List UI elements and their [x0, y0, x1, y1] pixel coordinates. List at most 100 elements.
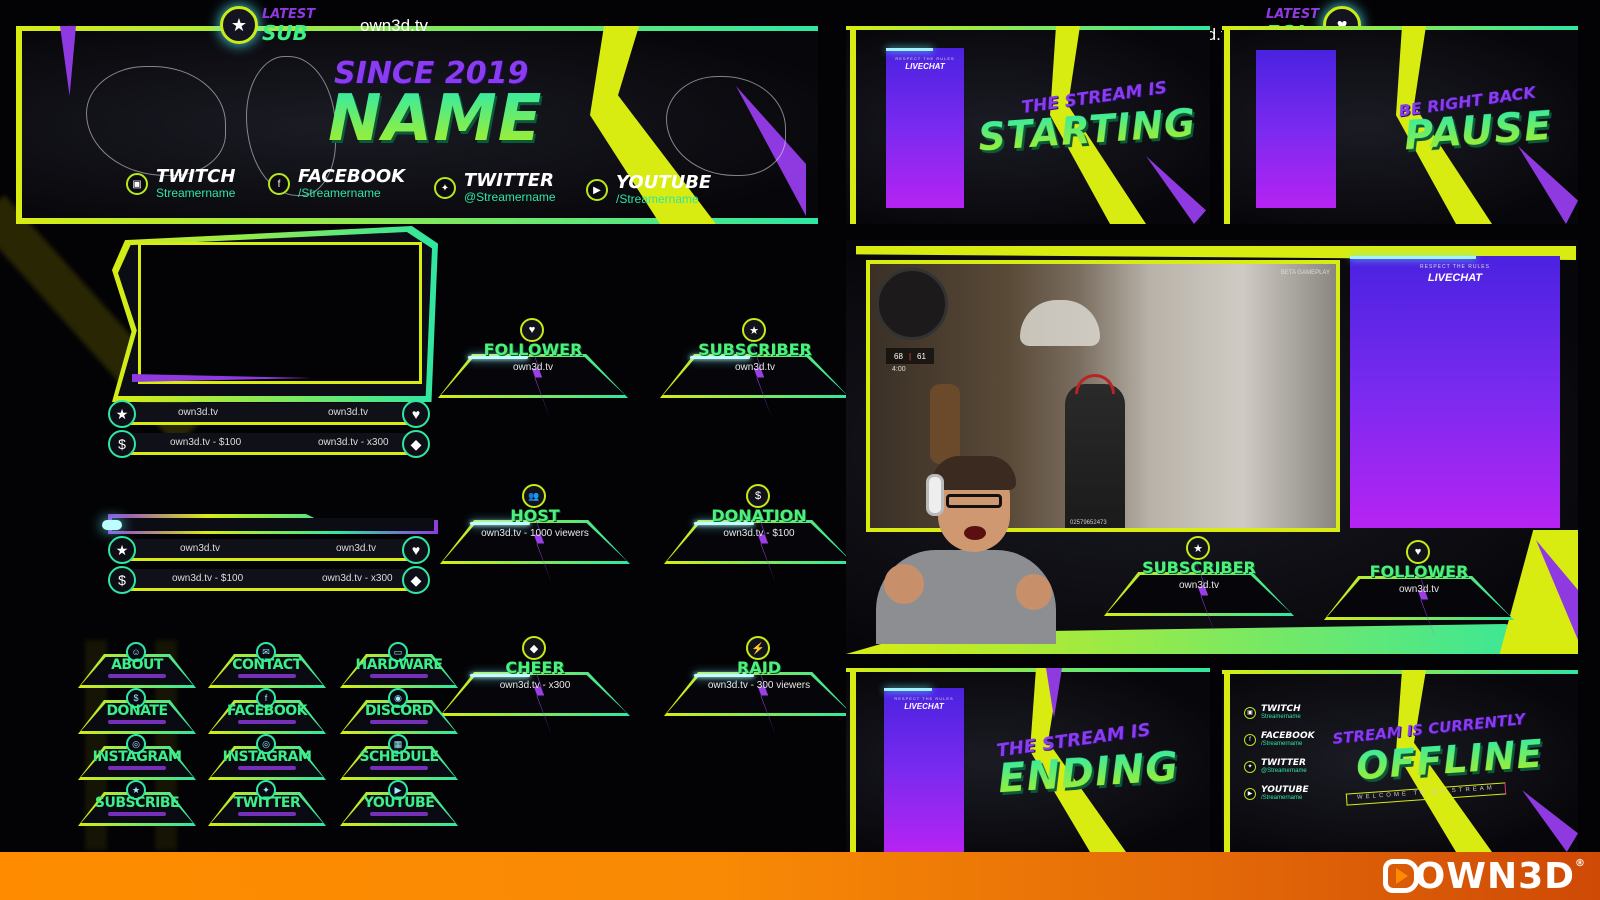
dollar-icon: $	[746, 484, 770, 508]
offline-screen: ▣ TWITCH Streamername f FACEBOOK/Streamernam…	[1222, 670, 1578, 852]
social-handle: Streamername	[156, 186, 236, 200]
bar-text: own3d.tv	[178, 407, 219, 418]
panel-title: FACEBOOK	[227, 703, 307, 719]
social-name: TWITTER	[464, 170, 554, 191]
facebook-icon: f	[1244, 733, 1256, 746]
latest-sub-widget: ★ LATEST SUB own3d.tv	[220, 6, 428, 44]
social-name: TWITCH	[156, 166, 236, 187]
star-icon: ★	[108, 400, 136, 428]
dollar-icon: $	[108, 430, 136, 458]
bar-text: own3d.tv	[328, 407, 369, 418]
twitter-icon: ✦	[434, 177, 456, 199]
star-icon: ★	[108, 536, 136, 564]
panel-subtitle-bar	[238, 674, 296, 678]
latest-sub-url: own3d.tv	[360, 16, 429, 35]
offline-social-twitch[interactable]: ▣ TWITCH Streamername	[1244, 704, 1301, 721]
panel-donate[interactable]: $ DONATE	[78, 688, 196, 734]
chat-box: RESPECT THE RULES LIVECHAT	[886, 48, 964, 208]
footer-bar: OWN3D ®	[0, 852, 1600, 900]
panel-instagram[interactable]: ◎ INSTAGRAM	[208, 734, 326, 780]
chat-title: LIVECHAT	[904, 702, 944, 711]
social-facebook[interactable]: f FACEBOOK/Streamername	[268, 168, 405, 200]
alert-cheer: ◆ CHEER own3d.tv - x300	[440, 636, 630, 736]
panel-hardware[interactable]: ▭ HARDWARE	[340, 642, 458, 688]
own3d-logo[interactable]: OWN3D ®	[1382, 856, 1586, 897]
chat-box: RESPECT THE RULES LIVECHAT	[884, 688, 964, 852]
social-twitch[interactable]: ▣ TWITCH Streamername	[126, 168, 235, 200]
panel-subtitle-bar	[238, 720, 296, 724]
starting-screen: RESPECT THE RULES LIVECHAT THE STREAM IS…	[846, 26, 1210, 224]
match-timer: 4:00	[892, 366, 906, 373]
alert-title: SUBSCRIBER	[1142, 558, 1256, 577]
panel-about[interactable]: ☺ ABOUT	[78, 642, 196, 688]
alert-text: own3d.tv	[1178, 580, 1220, 591]
panel-subtitle-bar	[238, 766, 296, 770]
panel-title: SUBSCRIBE	[94, 795, 180, 811]
watermark: BETA GAMEPLAY	[1280, 270, 1330, 276]
alert-title: FOLLOWER	[1369, 562, 1469, 581]
bar-text: own3d.tv - x300	[322, 573, 393, 584]
webcam-frame	[112, 226, 438, 402]
panel-title: SCHEDULE	[359, 749, 439, 765]
alert-title: DONATION	[711, 506, 807, 525]
diamond-icon: ◆	[402, 566, 430, 594]
chat-box	[1256, 50, 1336, 208]
panel-instagram[interactable]: ◎ INSTAGRAM	[78, 734, 196, 780]
panel-subscribe[interactable]: ★ SUBSCRIBE	[78, 780, 196, 826]
bar-text: own3d.tv - $100	[170, 437, 242, 448]
frame-left	[850, 26, 856, 224]
alert-follower: ♥ FOLLOWER own3d.tv	[438, 318, 628, 418]
heart-icon: ♥	[402, 536, 430, 564]
alert-text: own3d.tv - x300	[499, 680, 571, 691]
heart-icon: ♥	[1406, 540, 1430, 564]
panel-schedule[interactable]: ▦ SCHEDULE	[340, 734, 458, 780]
panel-subtitle-bar	[370, 720, 428, 724]
overlay-preview: SINCE 2019 NAME ▣ TWITCH Streamername f F…	[0, 0, 1600, 852]
panel-title: INSTAGRAM	[222, 749, 312, 765]
heart-icon: ♥	[520, 318, 544, 342]
social-name: YOUTUBE	[616, 172, 712, 193]
panel-title: CONTACT	[232, 657, 302, 673]
panel-title: INSTAGRAM	[92, 749, 182, 765]
social-youtube[interactable]: ▶ YOUTUBE/Streamername	[586, 174, 711, 206]
panel-youtube[interactable]: ▶ YOUTUBE	[340, 780, 458, 826]
facebook-icon: f	[268, 173, 290, 195]
star-icon: ★	[742, 318, 766, 342]
offline-social-youtube[interactable]: ▶ YOUTUBE/Streamername	[1244, 785, 1309, 802]
panel-discord[interactable]: ◉ DISCORD	[340, 688, 458, 734]
banner-frame-left	[16, 26, 22, 224]
social-name: FACEBOOK	[298, 166, 406, 187]
offline-social-twitter[interactable]: ✦ TWITTER @Streamername	[1244, 758, 1307, 775]
offline-social-facebook[interactable]: f FACEBOOK/Streamername	[1244, 731, 1315, 748]
frame-top	[1222, 26, 1578, 30]
panel-facebook[interactable]: f FACEBOOK	[208, 688, 326, 734]
trademark: ®	[1575, 858, 1586, 869]
webcam-bar-row: $ own3d.tv - $100 own3d.tv - x300 ◆	[108, 566, 430, 594]
alert-title: RAID	[737, 658, 781, 677]
social-name: FACEBOOK	[1261, 731, 1315, 741]
livechat-box: RESPECT THE RULES LIVECHAT	[1350, 256, 1560, 528]
frame-top	[846, 26, 1210, 30]
chat-title: LIVECHAT	[1427, 272, 1483, 284]
dollar-icon: $	[108, 566, 136, 594]
bar-text: own3d.tv - x300	[318, 437, 389, 448]
alert-raid: ⚡ RAID own3d.tv - 300 viewers	[664, 636, 854, 736]
panel-contact[interactable]: ✉ CONTACT	[208, 642, 326, 688]
youtube-icon: ▶	[1244, 787, 1256, 800]
chat-title: LIVECHAT	[905, 62, 945, 71]
panel-twitter[interactable]: ✦ TWITTER	[208, 780, 326, 826]
social-handle: @Streamername	[1261, 768, 1307, 774]
alert-text: own3d.tv	[512, 362, 554, 373]
chat-rules: RESPECT THE RULES	[895, 56, 955, 61]
panel-title: HARDWARE	[355, 657, 443, 673]
twitch-icon: ▣	[126, 173, 148, 195]
panel-title: YOUTUBE	[363, 795, 435, 811]
frame-left	[850, 668, 856, 852]
social-name: TWITCH	[1261, 704, 1301, 714]
minimap	[876, 268, 948, 340]
webcam-frame-slim	[102, 514, 438, 534]
social-twitter[interactable]: ✦ TWITTER @Streamername	[434, 172, 556, 204]
score-left: 68	[894, 351, 903, 361]
panel-subtitle-bar	[108, 766, 166, 770]
heart-icon: ♥	[402, 400, 430, 428]
